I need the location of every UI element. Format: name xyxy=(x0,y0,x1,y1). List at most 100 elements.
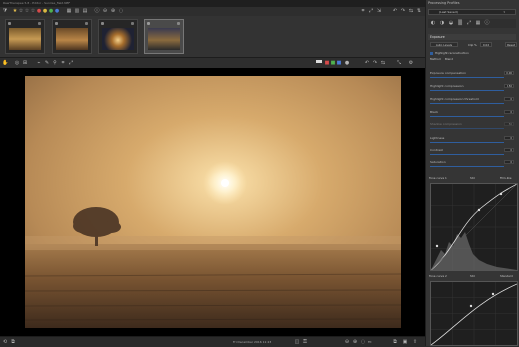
channel-blue-icon[interactable]: ■ xyxy=(336,60,342,66)
slider-row[interactable]: Black 0 xyxy=(428,109,516,117)
slider-track[interactable] xyxy=(430,166,504,167)
history-icon[interactable]: ⟲ xyxy=(2,339,8,345)
settings-icon[interactable]: ⚙ xyxy=(408,60,414,66)
tone-curve-1-editor[interactable] xyxy=(430,183,518,271)
thumbnail[interactable] xyxy=(98,19,138,54)
transform-icon[interactable]: ⤢ xyxy=(68,60,74,66)
color-tab-icon[interactable]: ◒ xyxy=(448,20,454,26)
slider-row[interactable]: Saturation 0 xyxy=(428,159,516,167)
queue-icon[interactable]: ⇪ xyxy=(412,339,418,345)
rotate-left-icon[interactable]: ↶ xyxy=(392,8,398,14)
flip-vertical-icon[interactable]: ⇅ xyxy=(416,8,422,14)
trash-icon[interactable] xyxy=(85,22,88,25)
photo-preview[interactable] xyxy=(25,76,401,328)
before-after-icon[interactable]: ◫ xyxy=(294,339,300,345)
zoom-out-icon[interactable]: ⊖ xyxy=(102,8,108,14)
zoom-out-icon[interactable]: ⊖ xyxy=(344,339,350,345)
slider-value[interactable]: 150 xyxy=(504,84,514,88)
slider-row[interactable]: Exposure compensation 0.00 xyxy=(428,70,516,78)
tone-curve-2-editor[interactable] xyxy=(430,281,518,346)
slider-row[interactable]: Contrast 0 xyxy=(428,147,516,155)
tone-curve-1-mode[interactable]: Std xyxy=(470,176,475,180)
tone-curve-2-type[interactable]: Standard xyxy=(500,274,513,278)
flip-horizontal-icon[interactable]: ⇆ xyxy=(408,8,414,14)
folder-icon[interactable]: ▤ xyxy=(82,8,88,14)
zoom-in-icon[interactable]: ⊕ xyxy=(110,8,116,14)
preview-white-icon[interactable] xyxy=(316,60,322,63)
edit-icon xyxy=(147,22,150,25)
method-select[interactable]: Blend xyxy=(445,57,453,61)
transform-tab-icon[interactable]: ⤢ xyxy=(466,20,472,26)
thumbnail-image xyxy=(148,28,180,50)
slider-value[interactable]: 0 xyxy=(504,97,514,101)
slider-value[interactable]: 0 xyxy=(504,136,514,140)
metadata-tab-icon[interactable]: ⓘ xyxy=(484,20,490,26)
resize-icon[interactable]: ⇲ xyxy=(376,8,382,14)
slider-row[interactable]: Highlight compression threshold 0 xyxy=(428,96,516,104)
slider-row[interactable]: Highlight compression 150 xyxy=(428,83,516,91)
slider-track[interactable] xyxy=(430,116,504,117)
slider-value[interactable]: 0.00 xyxy=(504,71,514,75)
color-label-blue-icon[interactable]: ● xyxy=(54,8,60,14)
rotate-right-icon[interactable]: ↷ xyxy=(372,60,378,66)
slider-value[interactable]: 0 xyxy=(504,110,514,114)
info-icon[interactable]: ⓘ xyxy=(94,8,100,14)
slider-track[interactable] xyxy=(430,103,504,104)
brush-icon[interactable]: ⚲ xyxy=(52,60,58,66)
exposure-tab-icon[interactable]: ◐ xyxy=(430,20,436,26)
slider-value[interactable]: 50 xyxy=(504,122,514,126)
filter-icon[interactable]: ⧩ xyxy=(2,8,8,14)
new-window-icon[interactable]: ⧉ xyxy=(392,339,398,345)
transform-icon[interactable]: ⤢ xyxy=(368,8,374,14)
profile-select[interactable]: (Last Saved) ▾ xyxy=(428,9,516,15)
trash-icon[interactable] xyxy=(131,22,134,25)
snapshot-icon[interactable]: ⧉ xyxy=(10,339,16,345)
rotate-left-icon[interactable]: ↶ xyxy=(364,60,370,66)
slider-track[interactable] xyxy=(430,154,504,155)
save-icon[interactable]: ▣ xyxy=(402,339,408,345)
slider-row[interactable]: Lightness 0 xyxy=(428,135,516,143)
wb-picker-icon[interactable]: ◎ xyxy=(14,60,20,66)
wavelet-tab-icon[interactable]: ▒ xyxy=(457,20,463,26)
detail-tab-icon[interactable]: ◑ xyxy=(439,20,445,26)
raw-tab-icon[interactable]: ▦ xyxy=(475,20,481,26)
thumbnail[interactable] xyxy=(52,19,92,54)
thumbnail[interactable] xyxy=(144,19,184,54)
focus-mask-icon[interactable]: ● xyxy=(344,60,350,66)
hand-tool-icon[interactable]: ✋ xyxy=(2,60,8,66)
reset-button[interactable]: Reset xyxy=(505,42,517,47)
zoom-in-icon[interactable]: ⊕ xyxy=(352,339,358,345)
trash-icon[interactable] xyxy=(177,22,180,25)
clip-label: Clip % xyxy=(468,43,477,47)
fullscreen-icon[interactable]: ⤡ xyxy=(396,60,402,66)
crop-icon[interactable]: ⌗ xyxy=(60,60,66,66)
highlight-reconstruction-checkbox[interactable] xyxy=(430,52,433,55)
tone-curve-2-mode[interactable]: Std xyxy=(470,274,475,278)
trash-icon[interactable]: ▥ xyxy=(74,8,80,14)
image-date: Fri December 2016 11:23 xyxy=(233,340,272,344)
slider-track[interactable] xyxy=(430,90,504,91)
slider-track[interactable] xyxy=(430,77,504,78)
slider-track[interactable] xyxy=(430,142,504,143)
tone-curve-1-type[interactable]: Film-like xyxy=(500,176,512,180)
zoom-fit-icon[interactable]: ◌ xyxy=(360,339,366,345)
crop-icon[interactable]: ⌗ xyxy=(360,8,366,14)
grid-icon[interactable]: ▦ xyxy=(66,8,72,14)
rotate-right-icon[interactable]: ↷ xyxy=(400,8,406,14)
thumbnail[interactable] xyxy=(5,19,45,54)
zoom-fit-icon[interactable]: ◌ xyxy=(118,8,124,14)
slider-track[interactable] xyxy=(430,128,504,129)
trash-icon[interactable] xyxy=(38,22,41,25)
lock-icon[interactable]: ⚿ xyxy=(302,339,308,345)
tone-curve-2-graph xyxy=(430,282,518,346)
straighten-icon[interactable]: ⌁ xyxy=(36,60,42,66)
exposure-section-header[interactable]: Exposure xyxy=(428,34,516,40)
slider-value[interactable]: 0 xyxy=(504,160,514,164)
slider-value[interactable]: 0 xyxy=(504,148,514,152)
flip-horizontal-icon[interactable]: ⇆ xyxy=(380,60,386,66)
grid-icon[interactable]: ⊞ xyxy=(22,60,28,66)
color-picker-icon[interactable]: ✎ xyxy=(44,60,50,66)
slider-row[interactable]: Shadow compression 50 xyxy=(428,121,516,129)
clip-input[interactable]: 0.02 xyxy=(480,42,492,47)
auto-levels-button[interactable]: Auto Levels xyxy=(430,42,458,47)
